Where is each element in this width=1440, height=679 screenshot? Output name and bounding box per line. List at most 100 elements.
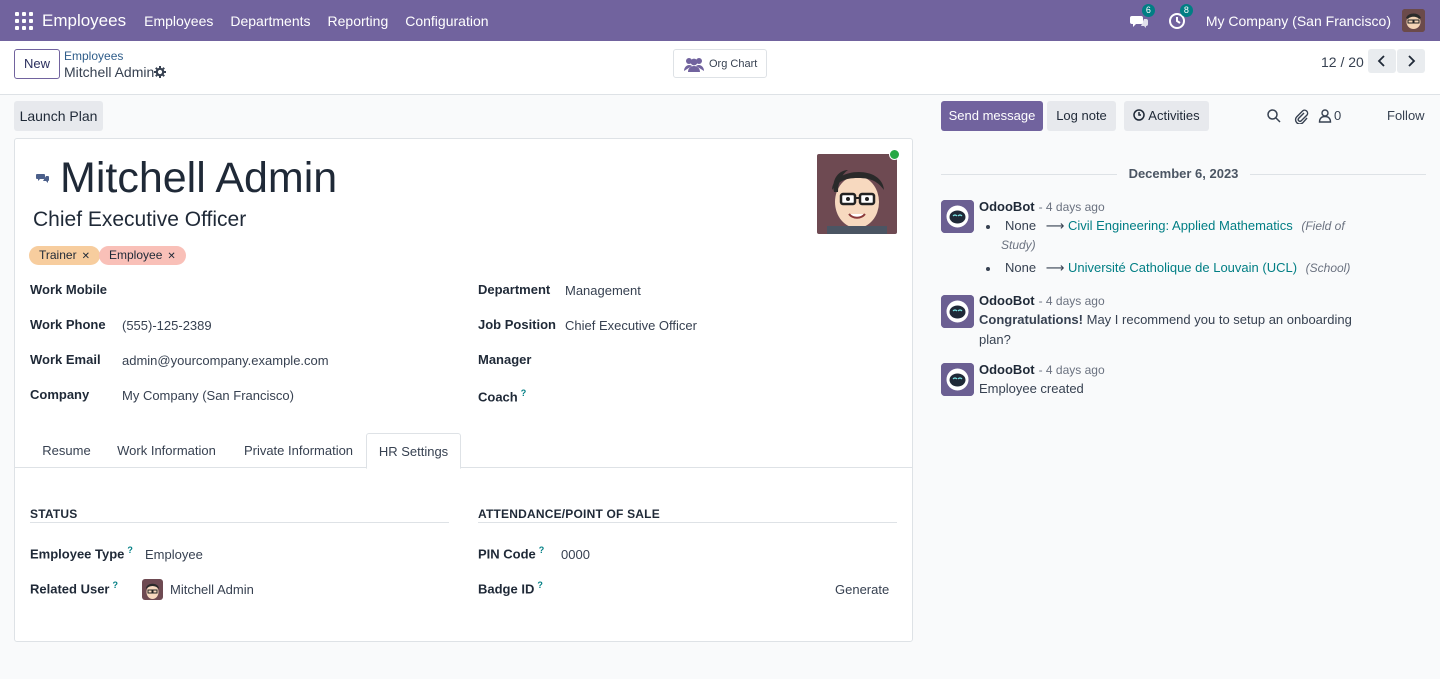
tag-employee[interactable]: Employee ✕ [99, 246, 186, 265]
new-button[interactable]: New [14, 49, 60, 79]
send-message-button[interactable]: Send message [941, 101, 1043, 131]
attendance-section-title: ATTENDANCE/POINT OF SALE [478, 507, 660, 521]
message-time: - 4 days ago [1038, 294, 1105, 308]
clock-icon [1133, 109, 1146, 121]
message-body-text: May I recommend you to setup an onboardi… [1083, 312, 1352, 327]
badge-id-field[interactable] [561, 580, 821, 598]
employee-photo[interactable] [817, 154, 897, 234]
employee-type-field[interactable]: Employee [145, 547, 203, 562]
tab-work-information[interactable]: Work Information [110, 433, 223, 468]
messaging-badge: 6 [1141, 3, 1155, 17]
followers-count[interactable]: 0 [1334, 108, 1341, 123]
related-user-field[interactable]: Mitchell Admin [170, 582, 254, 597]
remove-tag-icon[interactable]: ✕ [167, 251, 175, 262]
paperclip-icon[interactable] [1293, 108, 1309, 125]
odoobot-avatar[interactable] [941, 295, 974, 328]
department-field[interactable]: Management [565, 283, 641, 298]
pin-code-label-text: PIN Code [478, 546, 536, 562]
chat-bubbles-icon[interactable] [36, 171, 50, 185]
remove-tag-icon[interactable]: ✕ [82, 251, 90, 262]
manager-field[interactable] [565, 352, 895, 370]
pager-next-button[interactable] [1397, 49, 1425, 73]
pin-code-field[interactable]: 0000 [561, 547, 590, 562]
employee-name[interactable]: Mitchell Admin [60, 154, 337, 203]
online-status-dot [889, 149, 900, 160]
message-body: Congratulations! May I recommend you to … [979, 312, 1352, 327]
work-email-label: Work Email [30, 352, 101, 367]
message-author[interactable]: OdooBot - 4 days ago [979, 199, 1105, 214]
job-position-label: Job Position [478, 317, 556, 332]
message-author-name: OdooBot [979, 199, 1035, 214]
menu-departments[interactable]: Departments [230, 13, 310, 29]
control-panel: New Employees Mitchell Admin Org Chart 1… [0, 41, 1440, 95]
employee-job-title[interactable]: Chief Executive Officer [33, 208, 246, 232]
help-tooltip-icon[interactable]: ? [127, 545, 133, 555]
company-switcher[interactable]: My Company (San Francisco) [1206, 13, 1391, 29]
company-label: Company [30, 387, 90, 402]
activities-button[interactable]: Activities [1124, 101, 1209, 131]
apps-grid-icon[interactable] [15, 11, 33, 30]
job-position-field[interactable]: Chief Executive Officer [565, 318, 697, 333]
tag-trainer-label: Trainer [39, 248, 77, 262]
chevron-left-icon [1377, 55, 1385, 67]
arrow-right-icon: ⟶ [1045, 218, 1065, 233]
manager-label: Manager [478, 352, 532, 367]
messaging-icon[interactable]: 6 [1129, 3, 1155, 30]
work-email-field[interactable]: admin@yourcompany.example.com [122, 353, 329, 368]
breadcrumb-parent[interactable]: Employees [64, 49, 123, 63]
message-author[interactable]: OdooBot - 4 days ago [979, 362, 1105, 377]
menu-reporting[interactable]: Reporting [328, 13, 389, 29]
message-author-name: OdooBot [979, 362, 1035, 377]
pager-previous-button[interactable] [1368, 49, 1396, 73]
app-brand[interactable]: Employees [42, 11, 126, 31]
activities-badge: 8 [1179, 3, 1193, 17]
related-user-avatar [142, 579, 163, 600]
tab-hr-settings[interactable]: HR Settings [366, 433, 461, 469]
help-tooltip-icon[interactable]: ? [112, 580, 118, 590]
launch-plan-button[interactable]: Launch Plan [14, 101, 103, 131]
work-mobile-label: Work Mobile [30, 282, 108, 297]
message-time: - 4 days ago [1038, 363, 1105, 377]
gear-icon[interactable] [154, 66, 166, 78]
activities-clock-icon[interactable]: 8 [1168, 3, 1193, 30]
coach-field[interactable] [565, 388, 895, 406]
user-avatar[interactable] [1402, 9, 1425, 32]
activities-label: Activities [1148, 108, 1200, 123]
log-note-button[interactable]: Log note [1047, 101, 1116, 131]
badge-id-label-text: Badge ID [478, 581, 535, 597]
tracking-change-line: None ⟶ Civil Engineering: Applied Mathem… [1005, 218, 1345, 234]
follower-user-icon[interactable] [1318, 108, 1334, 124]
menu-employees[interactable]: Employees [144, 13, 213, 29]
tag-employee-label: Employee [109, 248, 163, 262]
follow-button[interactable]: Follow [1387, 108, 1425, 123]
help-tooltip-icon[interactable]: ? [539, 545, 545, 555]
status-section-title: STATUS [30, 507, 78, 521]
tab-resume[interactable]: Resume [30, 433, 103, 468]
message-author[interactable]: OdooBot - 4 days ago [979, 293, 1105, 308]
company-field[interactable]: My Company (San Francisco) [122, 388, 294, 403]
form-tabs: Resume Work Information Private Informat… [15, 433, 912, 469]
generate-badge-button[interactable]: Generate [835, 582, 889, 597]
tab-private-information[interactable]: Private Information [237, 433, 360, 468]
tracking-old-value: None [1005, 260, 1037, 275]
menu-configuration[interactable]: Configuration [405, 13, 488, 29]
org-chart-button[interactable]: Org Chart [673, 49, 767, 78]
tracking-new-value: Université Catholique de Louvain (UCL) [1067, 260, 1298, 275]
status-divider [30, 522, 449, 523]
message-body: Employee created [979, 381, 1084, 396]
odoobot-avatar[interactable] [941, 200, 974, 233]
coach-label: Coach? [478, 388, 526, 404]
help-tooltip-icon[interactable]: ? [537, 580, 543, 590]
date-separator-label: December 6, 2023 [1116, 166, 1251, 181]
search-icon[interactable] [1266, 108, 1282, 124]
pin-code-label: PIN Code? [478, 545, 544, 561]
odoobot-avatar[interactable] [941, 363, 974, 396]
pager-value[interactable]: 12 / 20 [1321, 54, 1364, 70]
list-bullet [986, 267, 990, 271]
work-mobile-field[interactable] [122, 282, 442, 300]
attendance-divider [478, 522, 897, 523]
employee-type-label-text: Employee Type [30, 546, 125, 562]
work-phone-field[interactable]: (555)-125-2389 [122, 318, 212, 333]
tag-trainer[interactable]: Trainer ✕ [29, 246, 100, 265]
help-tooltip-icon[interactable]: ? [521, 388, 527, 398]
